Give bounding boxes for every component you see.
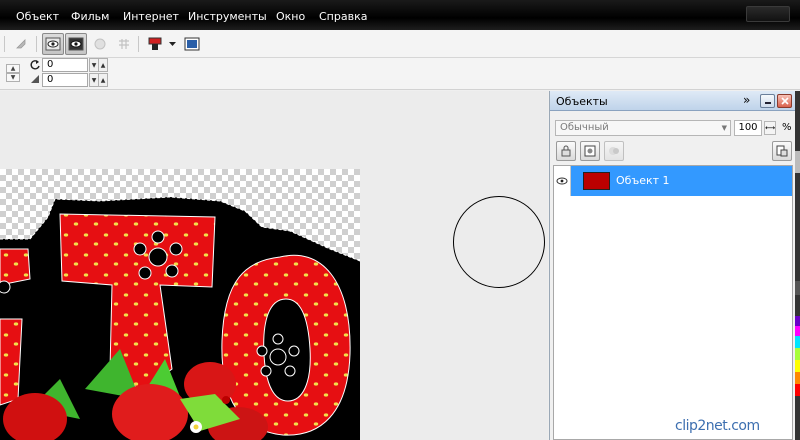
pick-tool-button[interactable] xyxy=(10,33,32,55)
rotate-up-button[interactable]: ▲ xyxy=(98,58,108,72)
swatch[interactable] xyxy=(795,360,800,372)
mask-button[interactable] xyxy=(604,141,624,161)
layer-name: Объект 1 xyxy=(616,174,670,187)
image-icon xyxy=(184,37,200,51)
swatch[interactable] xyxy=(795,316,800,326)
color-palette xyxy=(795,91,800,440)
menu-movie[interactable]: Фильм xyxy=(71,10,109,23)
lock-icon xyxy=(561,145,571,157)
menu-help[interactable]: Справка xyxy=(319,10,367,23)
pick-tool-icon xyxy=(16,39,26,49)
swatch[interactable] xyxy=(795,384,800,396)
skew-field[interactable]: 0 xyxy=(42,73,88,87)
toolbar-separator xyxy=(36,36,37,52)
rotate-field[interactable]: 0 xyxy=(42,58,88,72)
layer-properties-button[interactable] xyxy=(580,141,600,161)
swatch[interactable] xyxy=(795,281,800,295)
layer-properties-icon xyxy=(584,145,596,157)
swatch[interactable] xyxy=(795,151,800,173)
color-fill-button[interactable] xyxy=(144,33,166,55)
new-object-button[interactable] xyxy=(772,141,792,161)
color-fill-dropdown[interactable] xyxy=(166,33,178,55)
show-mask-button[interactable] xyxy=(65,33,87,55)
toolbar-separator xyxy=(4,36,5,52)
canvas-area[interactable] xyxy=(0,91,548,440)
dropdown-arrow-icon xyxy=(168,41,176,46)
eye-show-icon xyxy=(45,37,61,51)
show-object-button[interactable] xyxy=(42,33,64,55)
property-bar: ▲ ▼ 0 ▼ ▲ 0 ▼ ▲ xyxy=(0,58,800,90)
objects-panel: Объекты » Обычный ▼ 100 ⟷ % Объект 1 xyxy=(549,91,796,440)
minimize-panel-button[interactable] xyxy=(760,94,775,108)
expand-icon[interactable]: » xyxy=(743,93,750,107)
opacity-slider-button[interactable]: ⟷ xyxy=(764,121,776,135)
menu-window[interactable]: Окно xyxy=(276,10,305,23)
chevron-down-icon: ▼ xyxy=(721,124,727,132)
toolbar xyxy=(0,30,800,58)
window-controls xyxy=(746,6,790,22)
strawberry-letters-artwork[interactable] xyxy=(0,169,360,440)
object-icon xyxy=(94,38,106,50)
layer-row[interactable]: Объект 1 xyxy=(554,166,792,196)
rotate-icon xyxy=(30,60,40,70)
new-object-icon xyxy=(776,145,788,157)
swatch[interactable] xyxy=(795,348,800,360)
objects-list: Объект 1 xyxy=(553,165,793,440)
close-icon xyxy=(780,97,789,105)
minimize-icon xyxy=(764,102,771,104)
objects-panel-titlebar: Объекты » xyxy=(550,91,796,111)
menu-tools[interactable]: Инструменты xyxy=(188,10,267,23)
eye-icon xyxy=(556,177,568,185)
scale-up-button[interactable]: ▲ xyxy=(6,64,20,73)
visibility-toggle[interactable] xyxy=(554,166,571,196)
close-panel-button[interactable] xyxy=(777,94,792,108)
layer-thumbnail xyxy=(583,172,610,190)
opacity-unit: % xyxy=(782,122,792,133)
grid-mode-button[interactable] xyxy=(113,33,135,55)
swatch[interactable] xyxy=(795,372,800,384)
toolbar-separator xyxy=(138,36,139,52)
watermark: clip2net.com xyxy=(675,418,760,434)
eye-mask-icon xyxy=(68,37,84,51)
image-button[interactable] xyxy=(181,33,203,55)
grid-icon xyxy=(119,39,129,49)
menu-bar: Объект Фильм Интернет Инструменты Окно С… xyxy=(0,0,800,30)
menu-internet[interactable]: Интернет xyxy=(123,10,179,23)
swatch[interactable] xyxy=(795,336,800,348)
blend-mode-select[interactable]: Обычный ▼ xyxy=(555,120,731,136)
menu-object[interactable]: Объект xyxy=(16,10,59,23)
mask-icon xyxy=(609,147,619,155)
brush-cursor xyxy=(453,196,545,288)
lock-button[interactable] xyxy=(556,141,576,161)
color-fill-icon xyxy=(148,37,162,50)
skew-icon xyxy=(31,75,39,83)
objects-panel-title: Объекты xyxy=(556,95,608,108)
scale-down-button[interactable]: ▼ xyxy=(6,73,20,82)
blend-mode-value: Обычный xyxy=(560,122,609,133)
swatch[interactable] xyxy=(795,326,800,336)
skew-up-button[interactable]: ▲ xyxy=(98,73,108,87)
object-mode-button[interactable] xyxy=(89,33,111,55)
opacity-field[interactable]: 100 xyxy=(734,120,762,136)
